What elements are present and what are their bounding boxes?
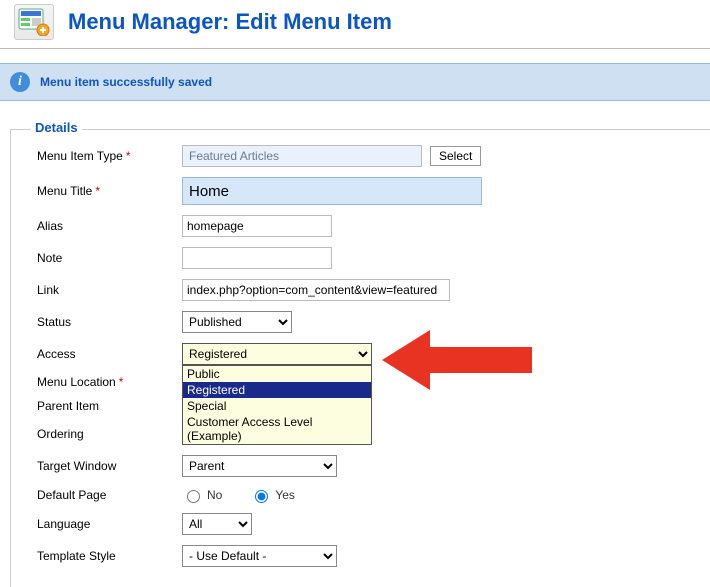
menu-item-type-field xyxy=(182,145,422,167)
panel-legend: Details xyxy=(31,120,82,135)
note-input[interactable] xyxy=(182,247,332,269)
menu-title-input[interactable] xyxy=(182,177,482,205)
info-icon: i xyxy=(10,72,30,92)
status-select[interactable]: Published xyxy=(182,311,292,333)
select-type-button[interactable]: Select xyxy=(430,146,481,166)
alias-input[interactable] xyxy=(182,215,332,237)
page-title: Menu Manager: Edit Menu Item xyxy=(68,9,392,35)
label-menu-location: Menu Location* xyxy=(37,375,182,389)
default-page-yes[interactable]: Yes xyxy=(250,487,295,503)
label-ordering: Ordering xyxy=(37,427,182,441)
row-menu-item-type: Menu Item Type* Select xyxy=(37,145,694,167)
details-panel: Details Menu Item Type* Select Menu Titl… xyxy=(10,129,710,587)
menu-manager-icon xyxy=(14,4,54,40)
label-alias: Alias xyxy=(37,219,182,233)
access-option-special[interactable]: Special xyxy=(183,398,371,414)
system-message: i Menu item successfully saved xyxy=(0,63,710,101)
label-note: Note xyxy=(37,251,182,265)
row-menu-title: Menu Title* xyxy=(37,177,694,205)
link-input[interactable] xyxy=(182,279,450,301)
row-access: Access Registered Public Registered Spec… xyxy=(37,343,694,365)
system-message-text: Menu item successfully saved xyxy=(40,75,212,89)
label-menu-title: Menu Title* xyxy=(37,184,182,198)
label-access: Access xyxy=(37,347,182,361)
label-status: Status xyxy=(37,315,182,329)
access-option-public[interactable]: Public xyxy=(183,366,371,382)
label-link: Link xyxy=(37,283,182,297)
row-default-page: Default Page No Yes xyxy=(37,487,694,503)
row-link: Link xyxy=(37,279,694,301)
row-language: Language All xyxy=(37,513,694,535)
row-alias: Alias xyxy=(37,215,694,237)
template-style-select[interactable]: - Use Default - xyxy=(182,545,337,567)
label-language: Language xyxy=(37,517,182,531)
access-select[interactable]: Registered xyxy=(182,343,372,365)
target-window-select[interactable]: Parent xyxy=(182,455,337,477)
default-page-no[interactable]: No xyxy=(182,487,222,503)
label-target-window: Target Window xyxy=(37,459,182,473)
language-select[interactable]: All xyxy=(182,513,252,535)
access-option-customer[interactable]: Customer Access Level (Example) xyxy=(183,414,371,444)
row-status: Status Published xyxy=(37,311,694,333)
label-default-page: Default Page xyxy=(37,488,182,502)
page-header: Menu Manager: Edit Menu Item xyxy=(0,0,710,49)
access-dropdown-list: Public Registered Special Customer Acces… xyxy=(182,365,372,445)
row-note: Note xyxy=(37,247,694,269)
row-template-style: Template Style - Use Default - xyxy=(37,545,694,567)
label-template-style: Template Style xyxy=(37,549,182,563)
default-page-radios: No Yes xyxy=(182,487,295,503)
access-option-registered[interactable]: Registered xyxy=(183,382,371,398)
row-target-window: Target Window Parent xyxy=(37,455,694,477)
label-parent-item: Parent Item xyxy=(37,399,182,413)
label-menu-item-type: Menu Item Type* xyxy=(37,149,182,163)
